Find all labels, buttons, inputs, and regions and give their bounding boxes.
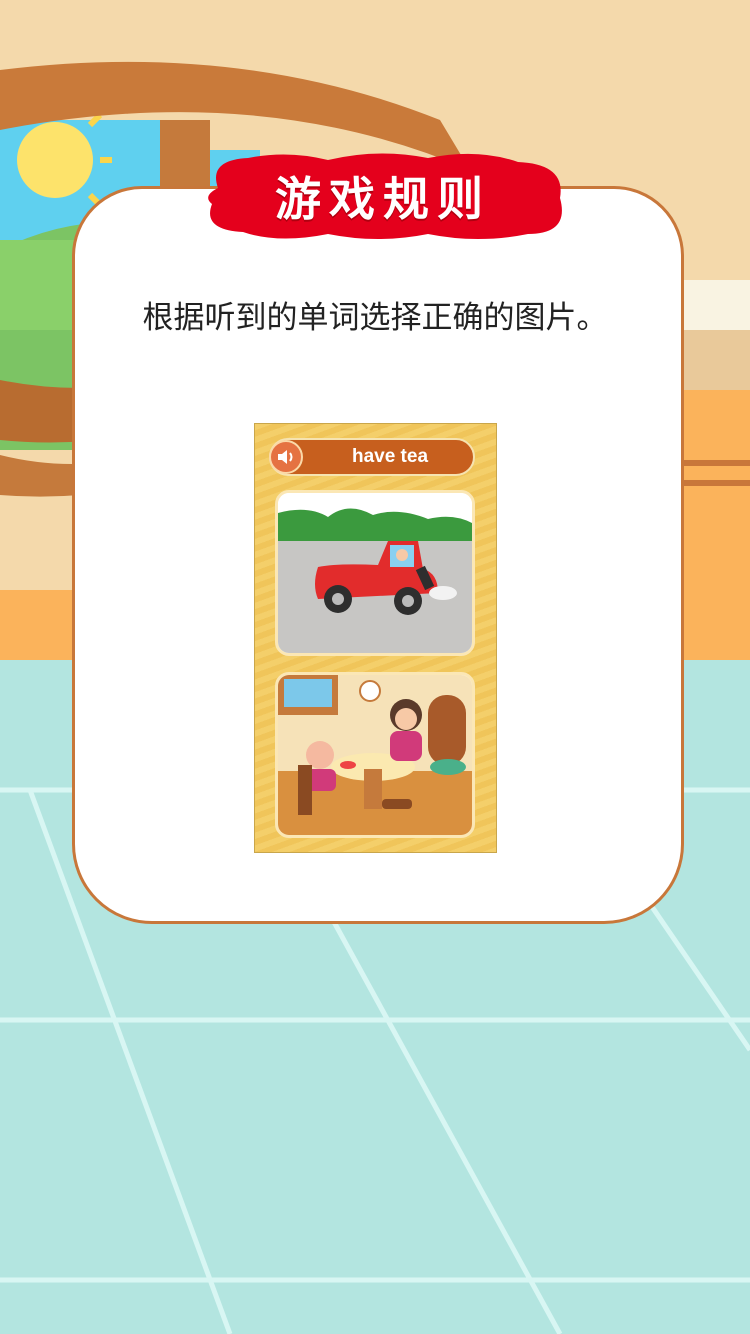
car-scene-image [278,493,472,653]
example-preview: have tea [254,423,497,853]
choice-car-scene[interactable] [275,490,475,656]
tea-scene-image [278,675,472,835]
speaker-icon[interactable] [269,440,303,474]
target-word: have tea [351,446,429,467]
rules-description: 根据听到的单词选择正确的图片。 [142,300,608,336]
choice-tea-scene[interactable] [275,672,475,838]
popup-title: 游戏规则 [275,172,491,226]
